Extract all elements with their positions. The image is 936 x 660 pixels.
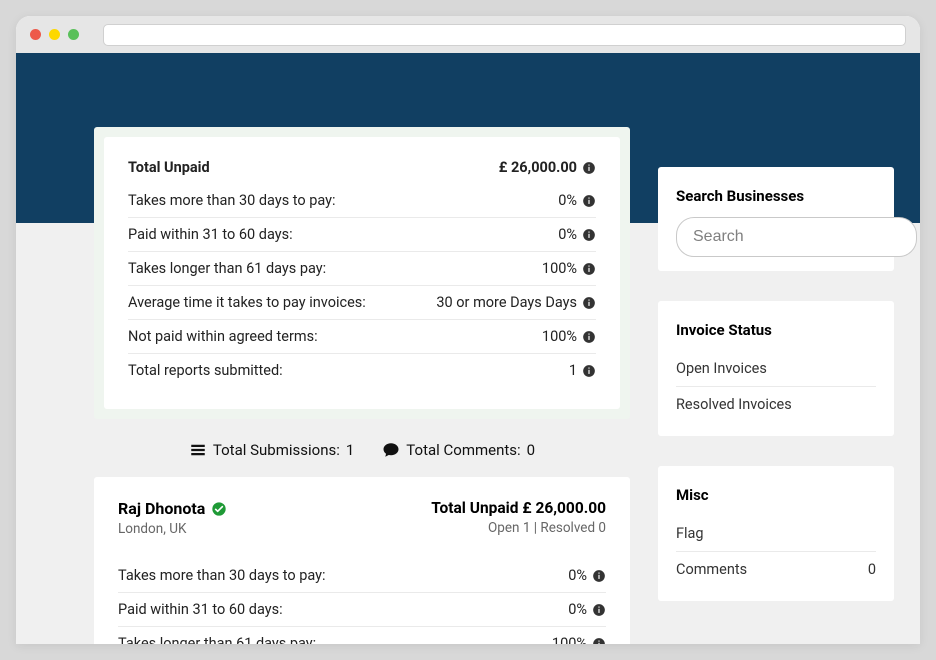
viewport: Total Unpaid £ 26,000.00 Takes more than… [16,53,920,644]
info-icon[interactable] [582,161,596,175]
stat-label: Takes more than 30 days to pay: [128,192,336,209]
stat-row: Paid within 31 to 60 days: 0% [128,217,596,251]
stat-label: Not paid within agreed terms: [128,328,318,345]
misc-link[interactable]: Comments 0 [676,552,876,587]
stat-value: 0% [558,192,577,209]
list-icon [189,441,207,459]
comments-counter: Total Comments: 0 [382,441,535,459]
stat-value: 100% [542,260,577,277]
verified-icon [211,501,227,517]
business-name[interactable]: Raj Dhonota [118,499,205,518]
business-status: Open 1 | Resolved 0 [431,520,606,536]
business-name-row: Raj Dhonota [118,499,227,518]
page-content: Total Unpaid £ 26,000.00 Takes more than… [16,53,920,644]
stat-label: Takes more than 30 days to pay: [118,567,326,584]
info-icon[interactable] [582,228,596,242]
stat-value: 1 [569,362,577,379]
misc-title: Misc [676,486,876,504]
misc-link[interactable]: Flag [676,516,876,552]
summary-card: Total Unpaid £ 26,000.00 Takes more than… [104,137,620,409]
address-bar[interactable] [103,24,906,46]
summary-header: Total Unpaid £ 26,000.00 [128,159,596,184]
info-icon[interactable] [592,603,606,617]
invoice-status-link[interactable]: Resolved Invoices [676,387,876,422]
stat-value: 30 or more Days Days [436,294,577,311]
info-icon[interactable] [582,330,596,344]
misc-card: Misc Flag Comments 0 [658,466,894,601]
invoice-status-link[interactable]: Open Invoices [676,351,876,387]
business-total-unpaid: Total Unpaid £ 26,000.00 [431,499,606,517]
business-location: London, UK [118,521,227,537]
submissions-counter: Total Submissions: 1 [189,441,354,459]
counters-bar: Total Submissions: 1 Total Comments: 0 [94,419,630,477]
business-rows: Takes more than 30 days to pay:0%Paid wi… [118,559,606,644]
stat-label: Takes longer than 61 days pay: [118,635,316,644]
stat-row: Takes more than 30 days to pay: 0% [118,559,606,592]
stat-row: Takes longer than 61 days pay: 100% [118,626,606,644]
stat-label: Total reports submitted: [128,362,283,379]
misc-link-label: Flag [676,525,704,542]
search-card: Search Businesses [658,167,894,271]
business-card: Raj Dhonota London, UK Total Unpaid £ 26… [94,477,630,644]
stat-label: Takes longer than 61 days pay: [128,260,326,277]
comment-icon [382,441,400,459]
stat-label: Average time it takes to pay invoices: [128,294,366,311]
misc-link-label: Comments [676,561,747,578]
summary-rows: Takes more than 30 days to pay:0%Paid wi… [128,184,596,387]
main-column: Total Unpaid £ 26,000.00 Takes more than… [94,127,630,644]
stat-label: Paid within 31 to 60 days: [118,601,283,618]
stat-row: Takes longer than 61 days pay: 100% [128,251,596,285]
invoice-status-card: Invoice Status Open InvoicesResolved Inv… [658,301,894,436]
stat-value: 0% [568,567,587,584]
submissions-value: 1 [346,441,354,459]
sidebar: Search Businesses Invoice Status Open In… [658,127,894,601]
info-icon[interactable] [582,262,596,276]
stat-row: Takes more than 30 days to pay: 0% [128,184,596,217]
titlebar [16,16,920,53]
summary-total: £ 26,000.00 [499,159,577,176]
info-icon[interactable] [582,194,596,208]
search-title: Search Businesses [676,187,876,205]
stat-row: Not paid within agreed terms: 100% [128,319,596,353]
stat-row: Total reports submitted: 1 [128,353,596,387]
info-icon[interactable] [592,637,606,645]
close-window-button[interactable] [30,29,41,40]
stat-value: 100% [542,328,577,345]
browser-window: Total Unpaid £ 26,000.00 Takes more than… [16,16,920,644]
stat-value: 0% [568,601,587,618]
minimize-window-button[interactable] [49,29,60,40]
stat-row: Average time it takes to pay invoices: 30… [128,285,596,319]
comments-value: 0 [527,441,535,459]
stat-value: 100% [552,635,587,644]
search-input[interactable] [676,217,917,257]
submissions-label: Total Submissions: [213,441,340,459]
stat-row: Paid within 31 to 60 days: 0% [118,592,606,626]
info-icon[interactable] [582,296,596,310]
info-icon[interactable] [582,364,596,378]
misc-link-count: 0 [868,561,876,578]
comments-label: Total Comments: [406,441,520,459]
business-header: Raj Dhonota London, UK Total Unpaid £ 26… [118,499,606,537]
stat-label: Paid within 31 to 60 days: [128,226,293,243]
maximize-window-button[interactable] [68,29,79,40]
stat-value: 0% [558,226,577,243]
summary-heading: Total Unpaid [128,159,210,176]
summary-card-wrapper: Total Unpaid £ 26,000.00 Takes more than… [94,127,630,419]
invoice-status-title: Invoice Status [676,321,876,339]
info-icon[interactable] [592,569,606,583]
